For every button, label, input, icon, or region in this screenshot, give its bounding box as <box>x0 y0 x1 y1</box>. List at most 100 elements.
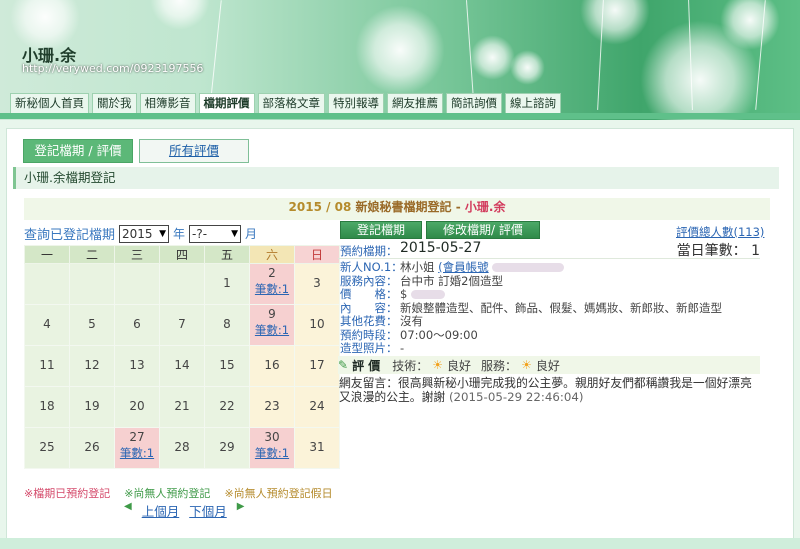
next-month-link[interactable]: 下個月 <box>189 501 227 520</box>
chevron-down-icon: ▼ <box>159 228 167 239</box>
nav-item-recommend[interactable]: 網友推薦 <box>387 93 443 113</box>
calendar-day-8: 8 <box>204 304 250 346</box>
detail-value: 沒有 <box>400 314 423 328</box>
calendar-day-empty <box>24 263 70 305</box>
nav-item-schedule[interactable]: 檔期評價 <box>198 93 255 113</box>
content-year-month: 2015 / 08 <box>288 200 352 214</box>
day-number: 23 <box>264 399 280 413</box>
day-number: 3 <box>313 276 321 290</box>
day-number: 20 <box>129 399 145 413</box>
weekday-wed: 三 <box>114 245 160 264</box>
year-select-value: 2015 <box>122 226 153 241</box>
tab-bar: 登記檔期 / 評價 所有評價 <box>23 139 249 163</box>
nav-item-about[interactable]: 關於我 <box>92 93 137 113</box>
legend-free-holiday: ※尚無人預約登記假日 <box>224 487 333 500</box>
year-unit: 年 <box>173 227 186 241</box>
register-schedule-button[interactable]: 登記檔期 <box>340 221 423 239</box>
calendar-day-13: 13 <box>114 345 160 387</box>
detail-value: 林小姐 (會員帳號 <box>400 260 565 275</box>
calendar-day-19: 19 <box>69 386 115 428</box>
site-url[interactable]: http://verywed.com/0923197556 <box>22 62 203 75</box>
nav-item-consult[interactable]: 線上諮詢 <box>505 93 561 113</box>
prev-month-link[interactable]: 上個月 <box>142 501 180 520</box>
day-number: 26 <box>84 440 100 454</box>
nav-item-album[interactable]: 相簿影音 <box>139 93 196 113</box>
nav-item-report[interactable]: 特別報導 <box>328 93 384 113</box>
detail-value: 台中市 訂婚2個造型 <box>400 273 503 288</box>
sun-icon: ☀ <box>521 358 532 372</box>
weekday-fri: 五 <box>204 245 250 264</box>
detail-row-photos: 造型照片： - <box>340 341 760 356</box>
calendar-day-20: 20 <box>114 386 160 428</box>
day-number: 8 <box>223 317 231 331</box>
month-unit: 月 <box>245 227 258 241</box>
booking-count-link[interactable]: 筆數:1 <box>250 445 294 461</box>
year-select[interactable]: 2015 ▼ <box>119 224 170 243</box>
calendar-day-4: 4 <box>24 304 70 346</box>
calendar-day-23: 23 <box>249 386 295 428</box>
content-title-text: 新娘秘書檔期登記 - <box>355 200 461 214</box>
customer-name: 林小姐 <box>400 260 435 274</box>
calendar-week-row: 1 2 筆數:1 3 <box>24 263 340 305</box>
legend-booked: ※檔期已預約登記 <box>24 487 111 500</box>
booking-count-link[interactable]: 筆數:1 <box>115 445 159 461</box>
calendar-day-29: 29 <box>204 427 250 469</box>
modify-schedule-button[interactable]: 修改檔期/ 評價 <box>426 221 540 239</box>
calendar-day-5: 5 <box>69 304 115 346</box>
service-label: 服務： <box>481 358 518 373</box>
weekday-sat: 六 <box>249 245 295 264</box>
calendar-day-2[interactable]: 2 筆數:1 <box>249 263 295 305</box>
calendar-day-9[interactable]: 9 筆數:1 <box>249 304 295 346</box>
content-title-name: 小珊.余 <box>464 200 506 214</box>
weekday-tue: 二 <box>69 245 115 264</box>
calendar-day-7: 7 <box>159 304 205 346</box>
calendar-day-27[interactable]: 27 筆數:1 <box>114 427 160 469</box>
sun-icon: ☀ <box>432 358 444 372</box>
day-number: 10 <box>309 317 325 331</box>
day-number: 30 <box>264 430 280 444</box>
daily-count: 當日筆數： 1 <box>676 243 760 259</box>
booking-count-link[interactable]: 筆數:1 <box>250 322 294 338</box>
day-number: 1 <box>223 276 231 290</box>
calendar-day-16: 16 <box>249 345 295 387</box>
day-number: 24 <box>309 399 325 413</box>
calendar-day-25: 25 <box>24 427 70 469</box>
member-account-link[interactable]: (會員帳號 <box>438 260 489 274</box>
day-number: 25 <box>39 440 55 454</box>
calendar-day-24: 24 <box>294 386 340 428</box>
booking-count-link[interactable]: 筆數:1 <box>250 281 294 297</box>
rating-title: 評 價 <box>352 358 381 373</box>
nav-item-sms-quote[interactable]: 簡訊詢價 <box>446 93 502 113</box>
calendar-day-empty <box>159 263 205 305</box>
weekday-thu: 四 <box>159 245 205 264</box>
service-value: 良好 <box>535 358 560 373</box>
calendar-day-12: 12 <box>69 345 115 387</box>
booking-details: 新人NO.1： 林小姐 (會員帳號 服務內容： 台中市 訂婚2個造型 價 格： … <box>340 260 760 356</box>
schedule-query: 查詢已登記檔期 2015 ▼ 年 -?- ▼ 月 <box>24 224 257 243</box>
calendar-day-18: 18 <box>24 386 70 428</box>
calendar-day-17: 17 <box>294 345 340 387</box>
month-pager: ◀ 上個月 下個月 ▶ <box>124 501 244 520</box>
total-reviews-link[interactable]: 評價總人數(113) <box>676 224 764 240</box>
redacted-block <box>410 290 445 299</box>
calendar-week-row: 4 5 6 7 8 9 筆數:1 10 <box>24 304 340 346</box>
nav-item-blog[interactable]: 部落格文章 <box>257 93 325 113</box>
detail-value: $ <box>400 287 445 302</box>
calendar-day-22: 22 <box>204 386 250 428</box>
tech-value: 良好 <box>447 358 472 373</box>
tab-register-review[interactable]: 登記檔期 / 評價 <box>23 139 133 163</box>
day-number: 28 <box>174 440 190 454</box>
weekday-sun: 日 <box>294 245 340 264</box>
calendar-week-row: 18 19 20 21 22 23 24 <box>24 386 340 428</box>
tab-all-reviews[interactable]: 所有評價 <box>139 139 249 163</box>
calendar-day-30[interactable]: 30 筆數:1 <box>249 427 295 469</box>
month-select[interactable]: -?- ▼ <box>189 224 242 243</box>
detail-key: 預約時段： <box>340 327 398 342</box>
footer-band <box>0 538 800 549</box>
day-number: 13 <box>129 358 145 372</box>
calendar-day-28: 28 <box>159 427 205 469</box>
detail-row-price: 價 格： $ <box>340 287 760 302</box>
nav-item-home[interactable]: 新秘個人首頁 <box>10 93 89 113</box>
day-number: 29 <box>219 440 235 454</box>
detail-key: 服務內容： <box>340 273 398 288</box>
